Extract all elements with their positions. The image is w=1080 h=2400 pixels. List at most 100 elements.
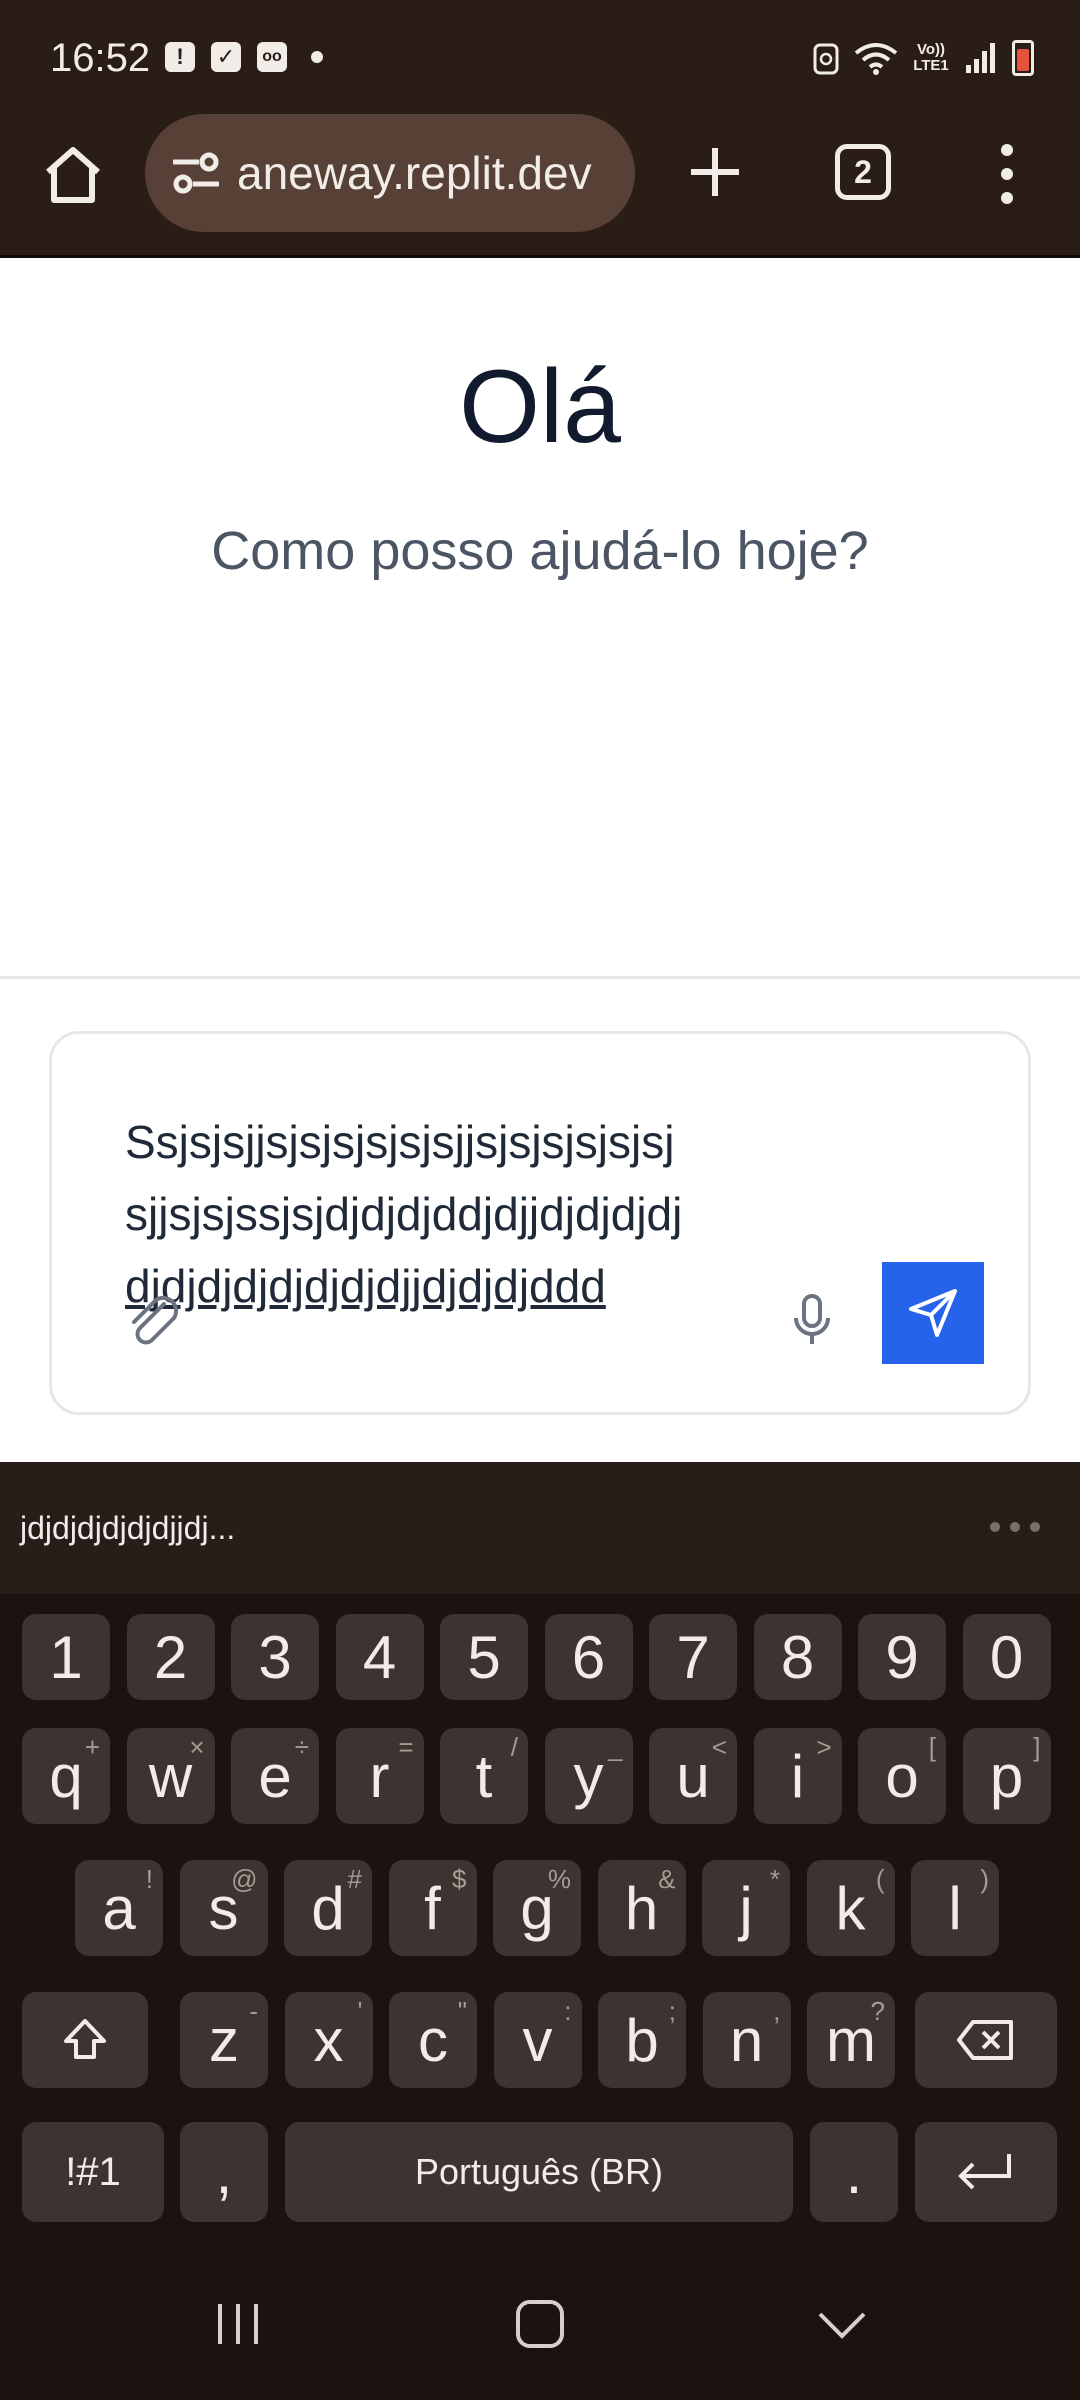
lte-icon: Vo)) LTE1 <box>913 41 949 74</box>
key-label: 2 <box>153 1623 188 1691</box>
recent-apps-icon[interactable] <box>210 2296 266 2352</box>
signal-icon <box>966 43 995 73</box>
key-secondary-label: @ <box>231 1864 258 1894</box>
key-1[interactable]: 1 <box>22 1614 110 1700</box>
key-f[interactable]: f $ <box>388 1860 477 1956</box>
check-icon: ✓ <box>211 42 241 72</box>
key-t[interactable]: t / <box>440 1728 528 1824</box>
key-label: p <box>989 1742 1024 1810</box>
key-d[interactable]: d # <box>284 1860 372 1956</box>
browser-toolbar: aneway.replit.dev 2 <box>0 110 1080 258</box>
key-label: . <box>845 2138 863 2206</box>
hide-keyboard-icon[interactable] <box>814 2296 870 2352</box>
key-4[interactable]: 4 <box>335 1614 424 1700</box>
key-b[interactable]: b; <box>598 1992 686 2088</box>
enter-icon <box>958 2154 1011 2190</box>
key-m[interactable]: m? <box>807 1992 895 2088</box>
message-line: djdjdjdjdjdjdjdjjdjdjdjddd <box>125 1260 606 1312</box>
key-8[interactable]: 8 <box>753 1614 842 1700</box>
message-line: sjjsjsjssjsjdjdjdjddjdjjdjdjdjdj <box>125 1188 683 1240</box>
enter-key[interactable] <box>915 2122 1057 2222</box>
key-secondary-label: : <box>564 1996 572 2026</box>
tab-switcher-button[interactable]: 2 <box>835 144 891 200</box>
url-text[interactable]: aneway.replit.dev <box>237 146 592 200</box>
key-label: 5 <box>467 1623 501 1691</box>
address-bar[interactable]: aneway.replit.dev <box>145 114 635 232</box>
key-secondary-label: ' <box>357 1996 363 2026</box>
key-u[interactable]: u < <box>649 1728 737 1824</box>
key-label: d <box>311 1874 345 1942</box>
key-q[interactable]: q + <box>22 1728 110 1824</box>
home-icon[interactable] <box>40 142 106 208</box>
system-icons: Vo)) LTE1 <box>812 40 1034 76</box>
backspace-icon <box>957 2020 1013 2060</box>
key-label: h <box>624 1874 659 1942</box>
message-composer[interactable]: Ssjsjsjjsjsjsjsjsjsjjsjsjsjsjsjsj sjjsjs… <box>49 1031 1031 1415</box>
key-y[interactable]: y _ <box>544 1728 633 1824</box>
key-v[interactable]: v: <box>493 1992 582 2088</box>
key-label: 3 <box>258 1623 292 1691</box>
space-key[interactable]: Português (BR) <box>285 2122 793 2222</box>
key-5[interactable]: 5 <box>440 1614 528 1700</box>
key-secondary-label: ! <box>145 1864 153 1894</box>
key-9[interactable]: 9 <box>858 1614 946 1700</box>
key-o[interactable]: o[ <box>858 1728 946 1824</box>
symbols-key[interactable]: !#1 <box>22 2122 164 2222</box>
paperclip-icon[interactable] <box>124 1290 184 1350</box>
key-7[interactable]: 7 <box>649 1614 737 1700</box>
greeting-subtitle: Como posso ajudá-lo hoje? <box>211 521 869 581</box>
key-e[interactable]: e ÷ <box>231 1728 319 1824</box>
key-n[interactable]: n, <box>702 1992 791 2088</box>
key-secondary-label: # <box>347 1864 362 1894</box>
key-z[interactable]: z- <box>180 1992 268 2088</box>
key-g[interactable]: g% <box>493 1860 581 1956</box>
key-p[interactable]: p] <box>962 1728 1051 1824</box>
key-h[interactable]: h & <box>597 1860 686 1956</box>
key-label: q <box>49 1742 83 1810</box>
key-label: , <box>215 2138 233 2206</box>
key-k[interactable]: k( <box>806 1860 895 1956</box>
key-r[interactable]: r = <box>335 1728 424 1824</box>
key-comma[interactable]: , <box>180 2122 268 2222</box>
suggestion-item[interactable]: jdjdjdjdjdjdjjdj... <box>20 1510 235 1547</box>
home-button-icon[interactable] <box>512 2296 568 2352</box>
key-0[interactable]: 0 <box>962 1614 1051 1700</box>
key-a[interactable]: a! <box>75 1860 163 1956</box>
key-2[interactable]: 2 <box>126 1614 215 1700</box>
more-notifications-icon <box>311 51 323 63</box>
key-label: Português (BR) <box>414 2151 664 2192</box>
message-line: Ssjsjsjjsjsjsjsjsjsjjsjsjsjsjsjsj <box>125 1116 675 1168</box>
backspace-key[interactable] <box>915 1992 1057 2088</box>
notification-icons: ! ✓ oo <box>165 42 323 72</box>
send-icon <box>909 1289 957 1337</box>
message-input[interactable]: Ssjsjsjjsjsjsjsjsjsjjsjsjsjsjsjsj sjjsjs… <box>125 1106 765 1322</box>
key-j[interactable]: j * <box>702 1860 790 1956</box>
key-secondary-label: / <box>510 1732 518 1762</box>
more-options-icon[interactable] <box>990 1522 1040 1532</box>
key-label: w <box>148 1742 193 1810</box>
key-s[interactable]: s @ <box>179 1860 268 1956</box>
key-period[interactable]: . <box>810 2122 898 2222</box>
shift-key[interactable] <box>22 1992 148 2088</box>
key-l[interactable]: l) <box>911 1860 999 1956</box>
key-c[interactable]: c " <box>389 1992 477 2088</box>
key-x[interactable]: x ' <box>284 1992 373 2088</box>
shift-icon <box>64 2019 106 2059</box>
divider <box>0 976 1080 979</box>
key-w[interactable]: w × <box>126 1728 215 1824</box>
navigation-bar <box>0 2260 1080 2400</box>
more-menu-icon[interactable] <box>992 144 1022 204</box>
key-secondary-label: , <box>773 1996 781 2026</box>
microphone-icon[interactable] <box>782 1290 842 1350</box>
key-i[interactable]: i > <box>753 1728 842 1824</box>
key-label: 0 <box>989 1623 1024 1691</box>
key-6[interactable]: 6 <box>544 1614 633 1700</box>
soft-keyboard: 1 2 3 4 5 6 7 8 9 0 q + w × e ÷ r = t / y _ u < i > o[p] a! s @ d # f $ g%… <box>0 1594 1080 2260</box>
site-settings-icon[interactable] <box>169 146 223 200</box>
key-secondary-label: [ <box>928 1732 936 1762</box>
send-button[interactable] <box>882 1262 984 1364</box>
new-tab-icon[interactable] <box>685 142 745 202</box>
key-secondary-label: ( <box>875 1864 885 1894</box>
key-3[interactable]: 3 <box>231 1614 319 1700</box>
status-bar: 16:52 ! ✓ oo Vo)) LTE1 <box>0 0 1080 110</box>
